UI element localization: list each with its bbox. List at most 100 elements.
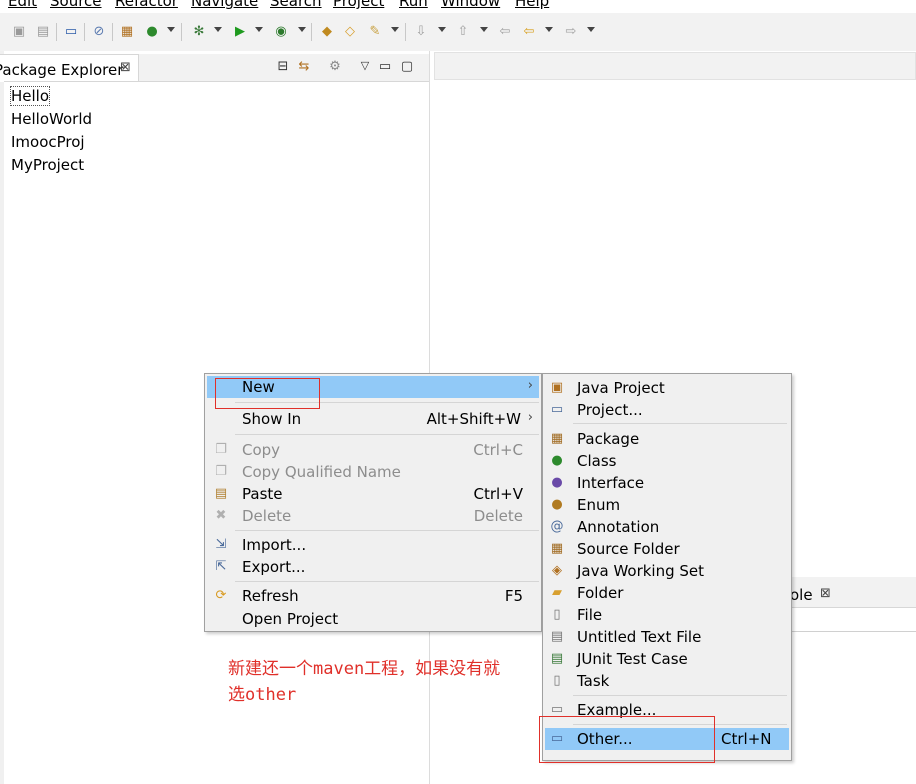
new-class-icon[interactable]: ●: [143, 22, 161, 40]
shortcut-label: Ctrl+N: [721, 730, 772, 748]
junit-icon: ▤: [550, 651, 564, 666]
submenu-item-annotation[interactable]: @ Annotation: [545, 516, 789, 538]
menu-item-copy-qualified-name[interactable]: ❐ Copy Qualified Name: [207, 461, 539, 483]
project-item-helloworld[interactable]: HelloWorld: [11, 110, 92, 128]
menu-item-open-project[interactable]: Open Project: [207, 608, 539, 630]
prev-annotation-icon[interactable]: ⇧: [454, 22, 472, 40]
package-explorer-tab[interactable]: Package Explorer ⊠: [0, 54, 139, 82]
menu-project[interactable]: Project: [333, 0, 384, 10]
console-view-icon[interactable]: ▭: [62, 22, 80, 40]
menu-item-label: Copy Qualified Name: [242, 463, 401, 481]
menu-edit[interactable]: Edit: [8, 0, 37, 10]
submenu-item-untitled-text-file[interactable]: ▤ Untitled Text File: [545, 626, 789, 648]
menu-item-label: Export...: [242, 558, 306, 576]
submenu-item-class[interactable]: ● Class: [545, 450, 789, 472]
annotation-box-other: [539, 716, 715, 763]
submenu-item-label: Task: [577, 672, 610, 690]
menu-item-show-in[interactable]: Show In Alt+Shift+W ›: [207, 408, 539, 430]
collapse-all-icon[interactable]: ⊟: [275, 59, 291, 75]
task-icon: ▯: [553, 673, 561, 688]
menu-help[interactable]: Help: [515, 0, 549, 10]
submenu-item-enum[interactable]: ● Enum: [545, 494, 789, 516]
run-external-icon[interactable]: ◉: [272, 22, 290, 40]
menu-search[interactable]: Search: [270, 0, 322, 10]
chevron-down-icon[interactable]: [167, 27, 175, 32]
submenu-item-source-folder[interactable]: ▦ Source Folder: [545, 538, 789, 560]
minimize-icon[interactable]: ▭: [377, 59, 393, 75]
menu-item-refresh[interactable]: ⟳ Refresh F5: [207, 585, 539, 607]
submenu-item-interface[interactable]: ● Interface: [545, 472, 789, 494]
open-folder-icon[interactable]: ◇: [341, 22, 359, 40]
chevron-down-icon[interactable]: [545, 27, 553, 32]
forward-icon[interactable]: ⇨: [562, 22, 580, 40]
submenu-item-project[interactable]: ▭ Project...: [545, 399, 789, 421]
menu-refactor[interactable]: Refactor: [115, 0, 178, 10]
annotation-note: 新建还一个maven工程，如果没有就 选other: [228, 656, 548, 708]
open-task-icon[interactable]: ✎: [366, 22, 384, 40]
delete-icon: ✖: [215, 508, 227, 523]
paste-icon: ▤: [214, 486, 228, 501]
menu-bar: Edit Source Refactor Navigate Search Pro…: [0, 0, 916, 13]
project-item-hello[interactable]: Hello: [9, 86, 51, 106]
menu-source[interactable]: Source: [50, 0, 102, 10]
submenu-item-folder[interactable]: ▰ Folder: [545, 582, 789, 604]
submenu-item-label: File: [577, 606, 603, 624]
divider: [4, 81, 429, 82]
submenu-item-label: Java Working Set: [577, 562, 705, 580]
menu-item-paste[interactable]: ▤ Paste Ctrl+V: [207, 483, 539, 505]
view-menu-icon[interactable]: ▽: [357, 59, 373, 75]
submenu-item-file[interactable]: ▯ File: [545, 604, 789, 626]
divider: [790, 631, 916, 632]
menu-run[interactable]: Run: [399, 0, 428, 10]
java-project-icon: ▣: [550, 380, 564, 395]
submenu-item-label: Interface: [577, 474, 645, 492]
menu-separator: [235, 530, 539, 531]
submenu-item-java-working-set[interactable]: ◈ Java Working Set: [545, 560, 789, 582]
new-package-icon[interactable]: ▦: [118, 22, 136, 40]
project-item-imoocproj[interactable]: ImoocProj: [11, 133, 85, 151]
link-with-editor-icon[interactable]: ⇆: [296, 59, 312, 75]
open-type-icon[interactable]: ◆: [318, 22, 336, 40]
run-icon[interactable]: ▶: [231, 22, 249, 40]
menu-item-copy[interactable]: ❐ Copy Ctrl+C: [207, 439, 539, 461]
chevron-down-icon[interactable]: [587, 27, 595, 32]
close-icon[interactable]: ⊠: [120, 60, 131, 75]
text-file-icon: ▤: [550, 629, 564, 644]
import-icon: ⇲: [215, 537, 227, 552]
back-icon[interactable]: ⇦: [520, 22, 538, 40]
menu-item-import[interactable]: ⇲ Import...: [207, 534, 539, 556]
save-all-icon[interactable]: ▤: [34, 22, 52, 40]
project-icon: ▭: [550, 402, 564, 417]
console-tab[interactable]: ole ⊠: [790, 577, 916, 608]
chevron-down-icon[interactable]: [298, 27, 306, 32]
menu-item-delete[interactable]: ✖ Delete Delete: [207, 505, 539, 527]
project-item-myproject[interactable]: MyProject: [11, 156, 84, 174]
next-annotation-icon[interactable]: ⇩: [412, 22, 430, 40]
menu-window[interactable]: Window: [441, 0, 500, 10]
save-icon[interactable]: ▣: [10, 22, 28, 40]
maximize-icon[interactable]: ▢: [399, 59, 415, 75]
close-icon[interactable]: ⊠: [820, 586, 831, 601]
menu-item-label: Paste: [242, 485, 283, 503]
debug-icon[interactable]: ✻: [190, 22, 208, 40]
chevron-down-icon[interactable]: [214, 27, 222, 32]
skip-breakpoints-icon[interactable]: ⊘: [90, 22, 108, 40]
copy-qualified-icon: ❐: [215, 464, 227, 479]
menu-separator: [235, 581, 539, 582]
focus-task-icon[interactable]: ⚙: [327, 59, 343, 75]
annotation-box-new: [215, 378, 320, 409]
submenu-item-task[interactable]: ▯ Task: [545, 670, 789, 692]
submenu-item-label: Enum: [577, 496, 621, 514]
folder-icon: ▰: [552, 585, 562, 600]
chevron-down-icon[interactable]: [391, 27, 399, 32]
submenu-item-package[interactable]: ▦ Package: [545, 428, 789, 450]
menu-item-export[interactable]: ⇱ Export...: [207, 556, 539, 578]
submenu-item-junit-test-case[interactable]: ▤ JUnit Test Case: [545, 648, 789, 670]
last-edit-icon[interactable]: ⇦: [496, 22, 514, 40]
annotation-line: 选other: [228, 685, 297, 705]
submenu-item-java-project[interactable]: ▣ Java Project: [545, 377, 789, 399]
menu-navigate[interactable]: Navigate: [191, 0, 258, 10]
chevron-down-icon[interactable]: [438, 27, 446, 32]
chevron-down-icon[interactable]: [480, 27, 488, 32]
chevron-down-icon[interactable]: [255, 27, 263, 32]
